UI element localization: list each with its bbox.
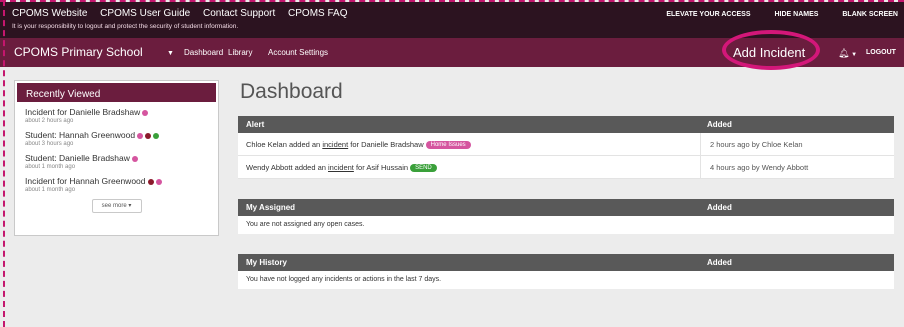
my-assigned-title: My Assigned (246, 203, 296, 212)
list-item[interactable]: Incident for Danielle Bradshaw about 2 h… (15, 104, 218, 127)
school-name[interactable]: CPOMS Primary School (14, 45, 143, 59)
added-cell: 4 hours ago by Wendy Abbott (700, 156, 894, 178)
category-badge: SEND (410, 164, 437, 172)
alert-column-header: Alert (246, 120, 265, 129)
item-label: for Danielle Bradshaw (54, 107, 141, 117)
highlight-circle (722, 30, 820, 70)
my-assigned-panel: My Assigned Added You are not assigned a… (238, 199, 894, 234)
alert-panel: Alert Added Chloe Kelan added an inciden… (238, 116, 894, 179)
item-label: for Hannah Greenwood (54, 176, 146, 186)
see-more-label: see more (101, 203, 127, 209)
alert-text: for Danielle Bradshaw (348, 140, 424, 149)
recently-viewed-title: Recently Viewed (15, 81, 218, 104)
item-prefix: Incident (25, 107, 55, 117)
list-item[interactable]: Student: Hannah Greenwood about 3 hours … (15, 127, 218, 150)
faq-link[interactable]: CPOMS FAQ (288, 8, 347, 19)
my-history-panel: My History Added You have not logged any… (238, 254, 894, 289)
top-actions: ELEVATE YOUR ACCESS HIDE NAMES BLANK SCR… (644, 11, 898, 18)
my-history-title: My History (246, 258, 287, 267)
list-item[interactable]: Incident for Hannah Greenwood about 1 mo… (15, 173, 218, 196)
item-prefix: Incident (25, 176, 55, 186)
see-more-button[interactable]: see more ▾ (91, 199, 142, 213)
logout-button[interactable]: LOGOUT (866, 49, 896, 56)
item-time: about 3 hours ago (25, 141, 74, 147)
item-time: about 1 month ago (25, 164, 76, 170)
dark-red-dot-icon (147, 178, 154, 185)
incident-link[interactable]: incident (322, 140, 348, 149)
nav-library[interactable]: Library (228, 48, 252, 57)
table-row: Chloe Kelan added an incident for Daniel… (238, 133, 894, 156)
item-time: about 1 month ago (25, 187, 76, 193)
chevron-down-icon: ▾ (128, 203, 132, 209)
top-links: CPOMS Website CPOMS User Guide Contact S… (12, 8, 357, 19)
pink-dot-icon (155, 178, 162, 185)
empty-message: You are not assigned any open cases. (238, 216, 894, 234)
pink-dot-icon (131, 155, 138, 162)
added-cell: 2 hours ago by Chloe Kelan (700, 133, 894, 155)
incident-link[interactable]: incident (328, 163, 354, 172)
category-badge: Home Issues (425, 141, 471, 149)
added-column-header: Added (707, 203, 732, 212)
dashed-outline-left (3, 0, 5, 327)
nav-account-settings[interactable]: Account Settings (268, 48, 328, 57)
my-assigned-header: My Assigned Added (238, 199, 894, 216)
added-column-header: Added (707, 120, 732, 129)
cpoms-website-link[interactable]: CPOMS Website (12, 8, 87, 19)
alert-text: for Asif Hussain (353, 163, 409, 172)
empty-message: You have not logged any incidents or act… (238, 271, 894, 289)
dashed-outline-top (0, 0, 904, 2)
alert-text: Chloe Kelan added an (246, 140, 323, 149)
my-history-header: My History Added (238, 254, 894, 271)
alert-text: Wendy Abbott added an (246, 163, 329, 172)
blank-screen-link[interactable]: BLANK SCREEN (842, 11, 898, 18)
list-item[interactable]: Student: Danielle Bradshaw about 1 month… (15, 150, 218, 173)
added-column-header: Added (707, 258, 732, 267)
user-guide-link[interactable]: CPOMS User Guide (100, 8, 190, 19)
recently-viewed-panel: Recently Viewed Incident for Danielle Br… (14, 80, 219, 236)
page-title: Dashboard (240, 80, 343, 103)
dark-red-dot-icon (145, 132, 152, 139)
item-label: Student: Danielle Bradshaw (25, 153, 130, 163)
item-label: Student: Hannah Greenwood (25, 130, 136, 140)
contact-support-link[interactable]: Contact Support (203, 8, 275, 19)
alert-header: Alert Added (238, 116, 894, 133)
item-time: about 2 hours ago (25, 118, 74, 124)
elevate-access-link[interactable]: ELEVATE YOUR ACCESS (666, 11, 750, 18)
pink-dot-icon (137, 132, 144, 139)
hide-names-link[interactable]: HIDE NAMES (774, 11, 818, 18)
nav-dashboard[interactable]: Dashboard (184, 48, 223, 57)
bell-icon[interactable]: 🔔︎ ▼ (838, 48, 857, 59)
security-notice: It is your responsibility to logout and … (12, 23, 239, 30)
green-dot-icon (153, 132, 160, 139)
table-row: Wendy Abbott added an incident for Asif … (238, 156, 894, 179)
school-dropdown-caret-icon[interactable]: ▼ (167, 50, 174, 57)
pink-dot-icon (142, 109, 149, 116)
